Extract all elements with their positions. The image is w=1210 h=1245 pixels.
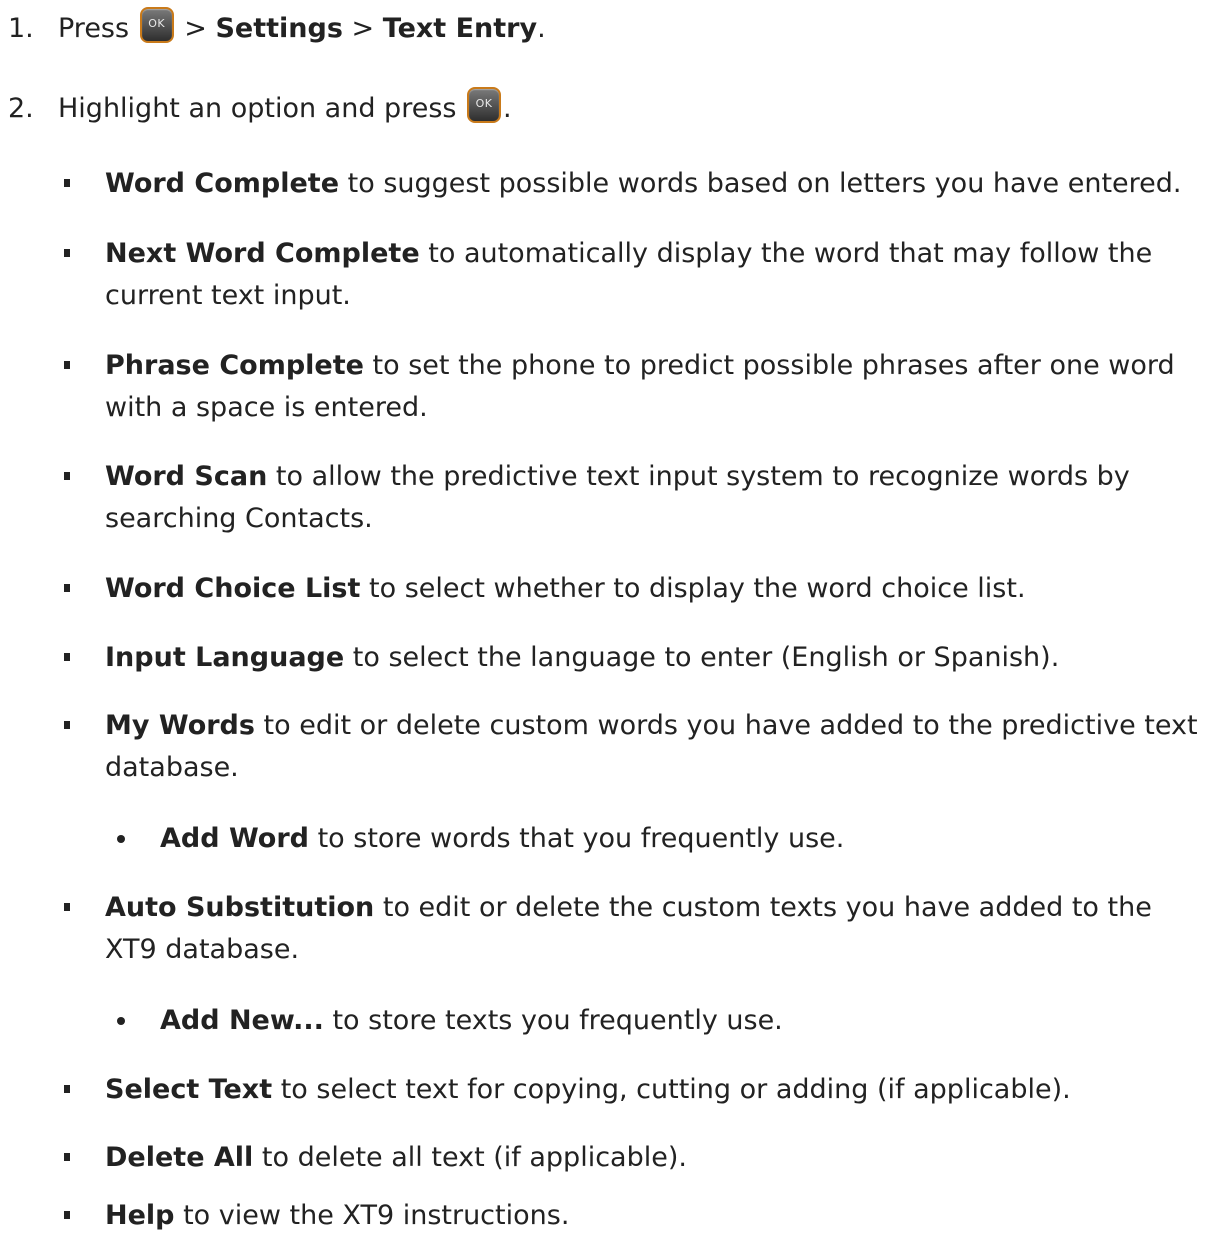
menu-separator: > xyxy=(184,13,207,44)
option-item: My Words to edit or delete custom words … xyxy=(64,705,1205,789)
option-name: Next Word Complete xyxy=(105,238,420,269)
option-name: Select Text xyxy=(105,1074,273,1105)
option-desc-cont: with a space is entered. xyxy=(105,392,428,423)
option-desc-cont: XT9 database. xyxy=(105,934,300,965)
square-bullet-icon xyxy=(64,249,70,257)
option-desc: to edit or delete custom words you have … xyxy=(263,710,1198,741)
option-desc: to set the phone to predict possible phr… xyxy=(372,350,1175,381)
option-desc-cont: searching Contacts. xyxy=(105,503,373,534)
punctuation: . xyxy=(503,93,512,124)
sub-option-name: Add Word xyxy=(160,823,309,854)
sub-option-item: Add New... to store texts you frequently… xyxy=(117,1000,1200,1042)
option-name: Input Language xyxy=(105,642,345,673)
punctuation: . xyxy=(537,13,546,44)
option-item: Word Complete to suggest possible words … xyxy=(64,163,1205,205)
option-name: Word Scan xyxy=(105,461,268,492)
square-bullet-icon xyxy=(64,472,70,480)
option-desc: to select whether to display the word ch… xyxy=(369,573,1026,604)
option-name: Phrase Complete xyxy=(105,350,364,381)
sub-option-desc: to store words that you frequently use. xyxy=(317,823,845,854)
step-2: 2. Highlight an option and press OK. xyxy=(8,87,512,130)
option-desc: to automatically display the word that m… xyxy=(428,238,1153,269)
option-item: Word Choice List to select whether to di… xyxy=(64,568,1205,610)
ok-key-icon: OK xyxy=(139,7,174,43)
option-desc-cont: current text input. xyxy=(105,280,351,311)
option-desc: to select text for copying, cutting or a… xyxy=(280,1074,1071,1105)
option-desc: to suggest possible words based on lette… xyxy=(347,168,1182,199)
square-bullet-icon xyxy=(64,361,70,369)
option-desc-cont: database. xyxy=(105,752,239,783)
help-page: 1. Press OK > Settings > Text Entry. 2. Hi… xyxy=(0,0,1210,1245)
step-1: 1. Press OK > Settings > Text Entry. xyxy=(8,7,546,50)
square-bullet-icon xyxy=(64,179,70,187)
option-item: Auto Substitution to edit or delete the … xyxy=(64,887,1205,971)
square-bullet-icon xyxy=(64,721,70,729)
square-bullet-icon xyxy=(64,584,70,592)
step-text: Highlight an option and press xyxy=(58,93,457,124)
option-desc: to view the XT9 instructions. xyxy=(183,1200,570,1231)
menu-text-entry: Text Entry xyxy=(382,13,538,44)
sub-option-item: Add Word to store words that you frequen… xyxy=(117,818,1200,860)
option-desc: to select the language to enter (English… xyxy=(352,642,1060,673)
step-number: 1. xyxy=(8,13,34,44)
option-item: Select Text to select text for copying, … xyxy=(64,1069,1205,1111)
option-item: Phrase Complete to set the phone to pred… xyxy=(64,345,1205,429)
menu-separator: > xyxy=(351,13,375,44)
option-desc: to edit or delete the custom texts you h… xyxy=(382,892,1152,923)
option-name: My Words xyxy=(105,710,255,741)
menu-settings: Settings xyxy=(215,13,343,44)
option-name: Word Complete xyxy=(105,168,340,199)
option-item: Next Word Complete to automatically disp… xyxy=(64,233,1205,317)
square-bullet-icon xyxy=(64,1085,70,1093)
option-item: Delete All to delete all text (if applic… xyxy=(64,1137,1205,1179)
square-bullet-icon xyxy=(64,1211,70,1219)
option-item: Word Scan to allow the predictive text i… xyxy=(64,456,1205,540)
ok-key-icon: OK xyxy=(467,87,502,123)
square-bullet-icon xyxy=(64,653,70,661)
step-number: 2. xyxy=(8,93,34,124)
option-name: Delete All xyxy=(105,1142,254,1173)
square-bullet-icon xyxy=(64,903,70,911)
sub-option-desc: to store texts you frequently use. xyxy=(332,1005,783,1036)
option-name: Word Choice List xyxy=(105,573,361,604)
option-name: Auto Substitution xyxy=(105,892,375,923)
option-item: Input Language to select the language to… xyxy=(64,637,1205,679)
option-desc: to delete all text (if applicable). xyxy=(261,1142,687,1173)
step-text: Press xyxy=(58,13,130,44)
option-item: Help to view the XT9 instructions. xyxy=(64,1195,1205,1237)
sub-option-name: Add New... xyxy=(160,1005,324,1036)
round-bullet-icon xyxy=(117,1017,125,1025)
square-bullet-icon xyxy=(64,1153,70,1161)
option-name: Help xyxy=(105,1200,175,1231)
option-desc: to allow the predictive text input syste… xyxy=(275,461,1130,492)
round-bullet-icon xyxy=(117,835,125,843)
